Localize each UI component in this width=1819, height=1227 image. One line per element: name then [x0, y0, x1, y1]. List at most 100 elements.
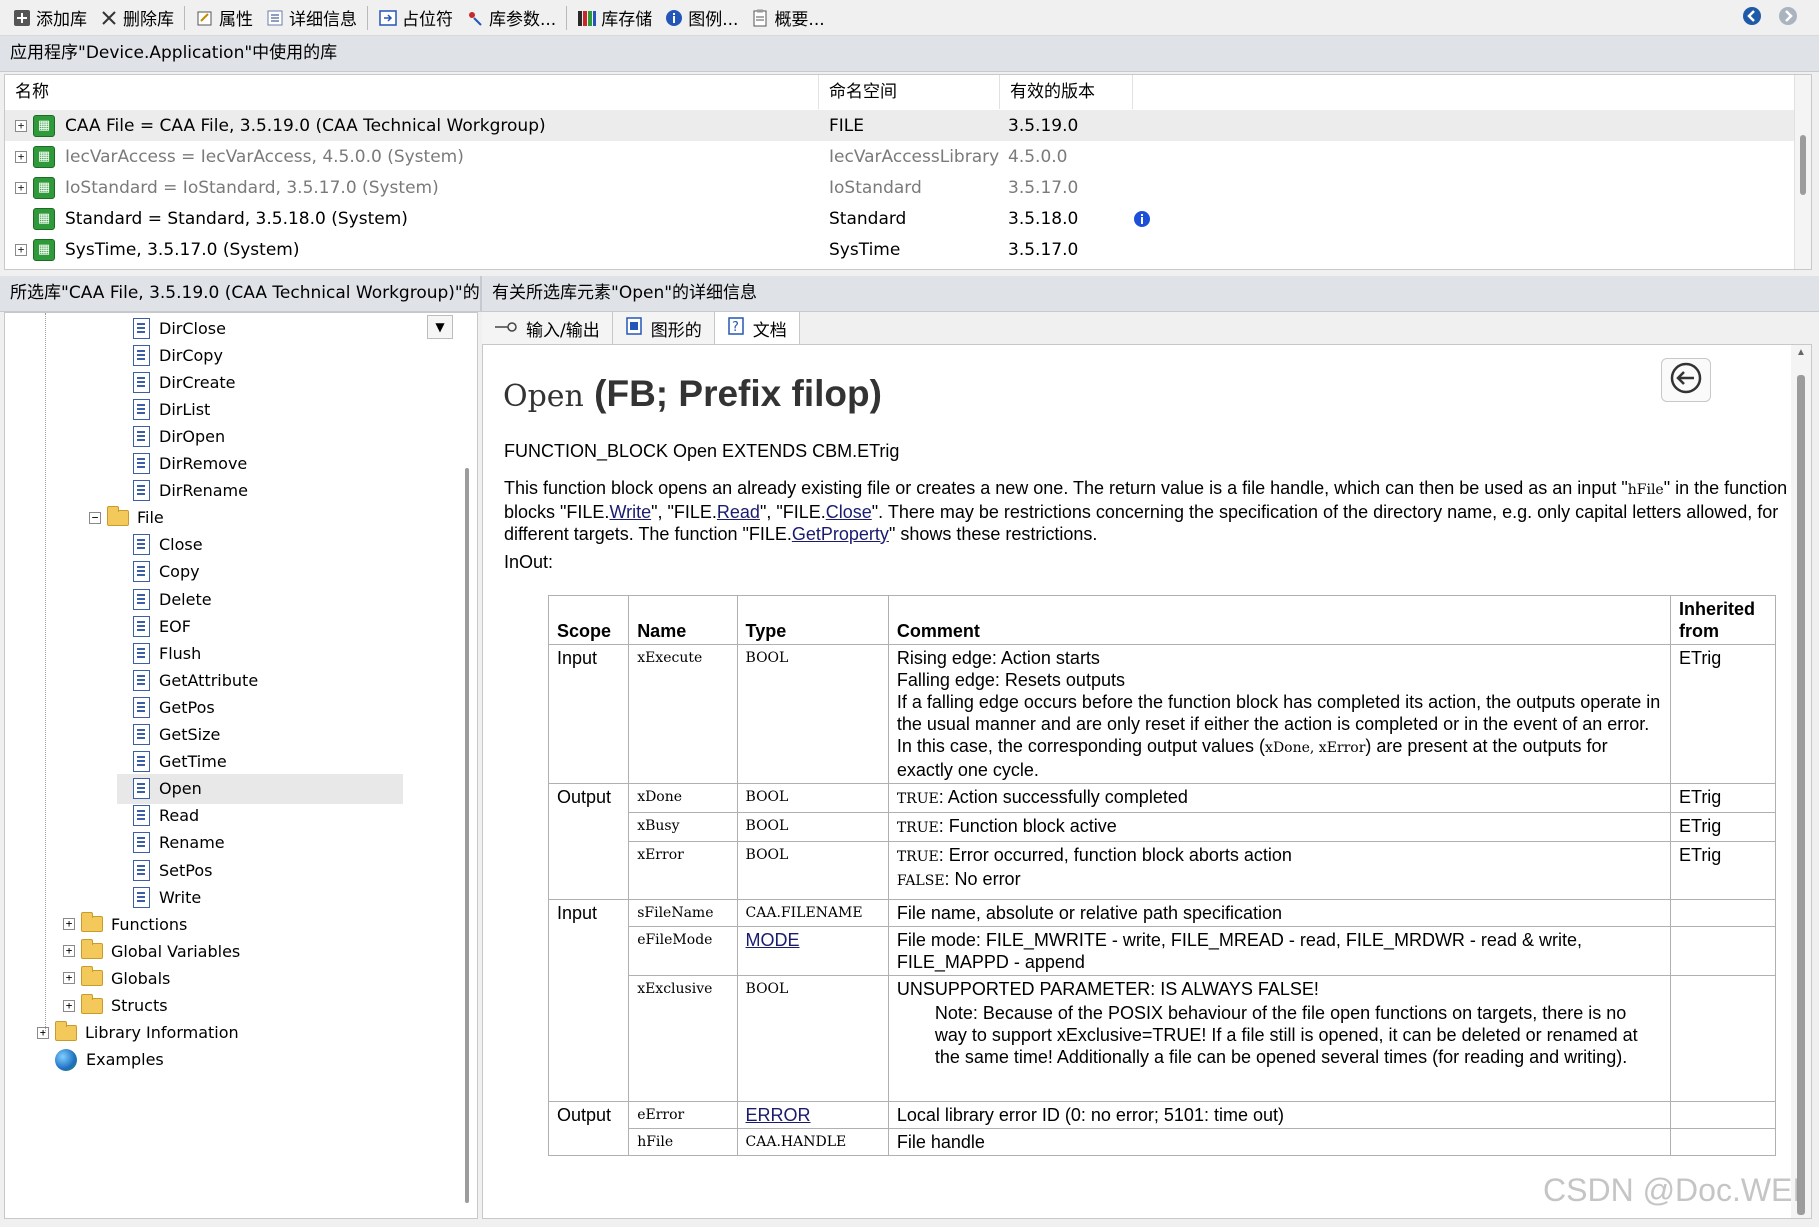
- tree-item-label: GetTime: [159, 752, 227, 772]
- cell-type: MODE: [736, 926, 889, 976]
- scroll-up-icon[interactable]: ▲: [1796, 347, 1806, 358]
- libraries-scrollbar[interactable]: [1794, 75, 1811, 269]
- tree-folder-library-information[interactable]: Library Information: [39, 1018, 239, 1048]
- table-row: xExclusive BOOL UNSUPPORTED PARAMETER: I…: [549, 975, 1777, 1102]
- tree-guide-line: [45, 313, 46, 1033]
- library-row[interactable]: ▦ Standard = Standard, 3.5.18.0 (System) S…: [5, 203, 1797, 234]
- expand-icon[interactable]: +: [63, 918, 75, 931]
- tab-inputs-outputs[interactable]: 输入/输出: [482, 312, 613, 344]
- tab-graphic[interactable]: 图形的: [612, 312, 715, 344]
- properties-button[interactable]: 属性: [189, 3, 259, 33]
- summary-button[interactable]: 概要...: [744, 3, 830, 33]
- document-icon: [133, 615, 150, 637]
- navigate-back-button[interactable]: [1740, 6, 1764, 30]
- link-mode[interactable]: MODE: [746, 930, 800, 950]
- tree-item-dirremove[interactable]: DirRemove: [117, 449, 247, 479]
- tree-item-examples[interactable]: Examples: [39, 1045, 164, 1075]
- tree-item-dirrename[interactable]: DirRename: [117, 476, 248, 506]
- library-lock-icon: ▦: [33, 238, 55, 261]
- tree-folder-file[interactable]: File: [91, 503, 164, 533]
- tree-item-dircopy[interactable]: DirCopy: [117, 340, 223, 370]
- library-name-cell: + ▦ SysTime, 3.5.17.0 (System): [5, 238, 819, 261]
- info-icon[interactable]: [1133, 210, 1151, 228]
- document-icon: [133, 425, 150, 447]
- library-repository-button[interactable]: 库存储: [571, 3, 658, 33]
- doc-back-button[interactable]: [1661, 358, 1711, 402]
- tree-folder-functions[interactable]: Functions: [65, 909, 187, 939]
- comment-line: Rising edge: Action starts: [896, 648, 1100, 668]
- expand-icon[interactable]: +: [15, 150, 27, 163]
- link-read[interactable]: Read: [717, 502, 760, 522]
- tree-folder-structs[interactable]: Structs: [65, 991, 168, 1021]
- tree-item-getsize[interactable]: GetSize: [117, 720, 220, 750]
- libraries-scroll-thumb[interactable]: [1800, 135, 1806, 195]
- link-write[interactable]: Write: [609, 502, 651, 522]
- tab-documentation[interactable]: ? 文档: [714, 312, 800, 344]
- cell-inherited: [1669, 899, 1777, 927]
- tree-item-rename[interactable]: Rename: [117, 828, 225, 858]
- tree-item-flush[interactable]: Flush: [117, 638, 201, 668]
- link-close[interactable]: Close: [826, 502, 872, 522]
- tree-item-dircreate[interactable]: DirCreate: [117, 367, 236, 397]
- column-header-namespace[interactable]: 命名空间: [819, 75, 1000, 109]
- delete-library-button[interactable]: 删除库: [93, 3, 180, 33]
- column-header-name[interactable]: 名称: [5, 75, 819, 109]
- navigate-forward-button[interactable]: [1776, 6, 1800, 30]
- tree-item-label: Rename: [159, 833, 225, 853]
- expand-icon[interactable]: +: [63, 945, 75, 958]
- cell-comment: TRUE: Function block active: [887, 812, 1671, 842]
- library-row[interactable]: + ▦ IecVarAccess = IecVarAccess, 4.5.0.0 (…: [5, 141, 1797, 172]
- tree-item-close[interactable]: Close: [117, 530, 203, 560]
- link-error[interactable]: ERROR: [746, 1105, 811, 1125]
- tree-item-gettime[interactable]: GetTime: [117, 747, 227, 777]
- tree-item-eof[interactable]: EOF: [117, 611, 191, 641]
- column-header-version[interactable]: 有效的版本: [1000, 75, 1133, 109]
- library-version: 3.5.18.0: [1008, 208, 1079, 229]
- expand-icon[interactable]: −: [89, 511, 101, 524]
- add-library-button[interactable]: 添加库: [6, 3, 93, 33]
- tree-item-label: EOF: [159, 616, 191, 636]
- library-params-icon: [465, 8, 485, 28]
- tree-item-dirclose[interactable]: DirClose: [117, 313, 226, 343]
- tree-folder-global-variables[interactable]: Global Variables: [65, 936, 240, 966]
- tree-item-getattribute[interactable]: GetAttribute: [117, 665, 258, 695]
- tree-item-setpos[interactable]: SetPos: [117, 855, 212, 885]
- watermark: CSDN @Doc.WEI: [1543, 1172, 1802, 1208]
- tab-inputs-outputs-label: 输入/输出: [526, 320, 600, 341]
- table-row: Input xExecute BOOL Rising edge: Action …: [547, 644, 1777, 784]
- expand-icon[interactable]: +: [37, 1026, 49, 1039]
- tree-dropdown-button[interactable]: ▼: [427, 315, 453, 339]
- library-row[interactable]: + ▦ SysTime, 3.5.17.0 (System) SysTime 3.5.1…: [5, 234, 1797, 265]
- tree-item-copy[interactable]: Copy: [117, 557, 200, 587]
- tree-item-dirlist[interactable]: DirList: [117, 394, 210, 424]
- library-row[interactable]: + ▦ IoStandard = IoStandard, 3.5.17.0 (Sys…: [5, 172, 1797, 203]
- expand-icon[interactable]: +: [63, 972, 75, 985]
- tree-item-delete[interactable]: Delete: [117, 584, 212, 614]
- link-getproperty[interactable]: GetProperty: [792, 524, 889, 544]
- tree-item-open[interactable]: Open: [117, 773, 403, 804]
- toolbar-separator: [184, 5, 185, 30]
- documentation-scroll-thumb[interactable]: [1797, 375, 1805, 1215]
- library-params-button[interactable]: 库参数...: [459, 3, 562, 33]
- details-button[interactable]: 详细信息: [259, 3, 363, 33]
- tree-folder-globals[interactable]: Globals: [65, 963, 170, 993]
- documentation-scrollbar[interactable]: ▲: [1791, 345, 1811, 1218]
- library-name: Standard = Standard, 3.5.18.0 (System): [65, 208, 408, 229]
- tree-scroll-thumb[interactable]: [465, 468, 469, 1203]
- cell-name: sFileName: [628, 899, 738, 927]
- folder-icon: [81, 912, 103, 933]
- tree-item-diropen[interactable]: DirOpen: [117, 421, 225, 451]
- library-row[interactable]: + ▦ CAA File = CAA File, 3.5.19.0 (CAA Tec…: [5, 110, 1797, 141]
- placeholder-button[interactable]: 占位符: [372, 3, 459, 33]
- tree-item-write[interactable]: Write: [117, 882, 201, 912]
- tree-item-read[interactable]: Read: [117, 801, 199, 831]
- tree-item-getpos[interactable]: GetPos: [117, 692, 215, 722]
- expand-icon[interactable]: +: [15, 181, 27, 194]
- library-name: CAA File = CAA File, 3.5.19.0 (CAA Techn…: [65, 115, 546, 136]
- legend-button[interactable]: 图例...: [658, 3, 744, 33]
- expand-icon[interactable]: +: [15, 243, 27, 256]
- tree-item-label: Flush: [159, 643, 202, 663]
- libraries-section-title: 应用程序"Device.Application"中使用的库: [0, 36, 1819, 72]
- expand-icon[interactable]: +: [15, 119, 27, 132]
- expand-icon[interactable]: +: [63, 999, 75, 1012]
